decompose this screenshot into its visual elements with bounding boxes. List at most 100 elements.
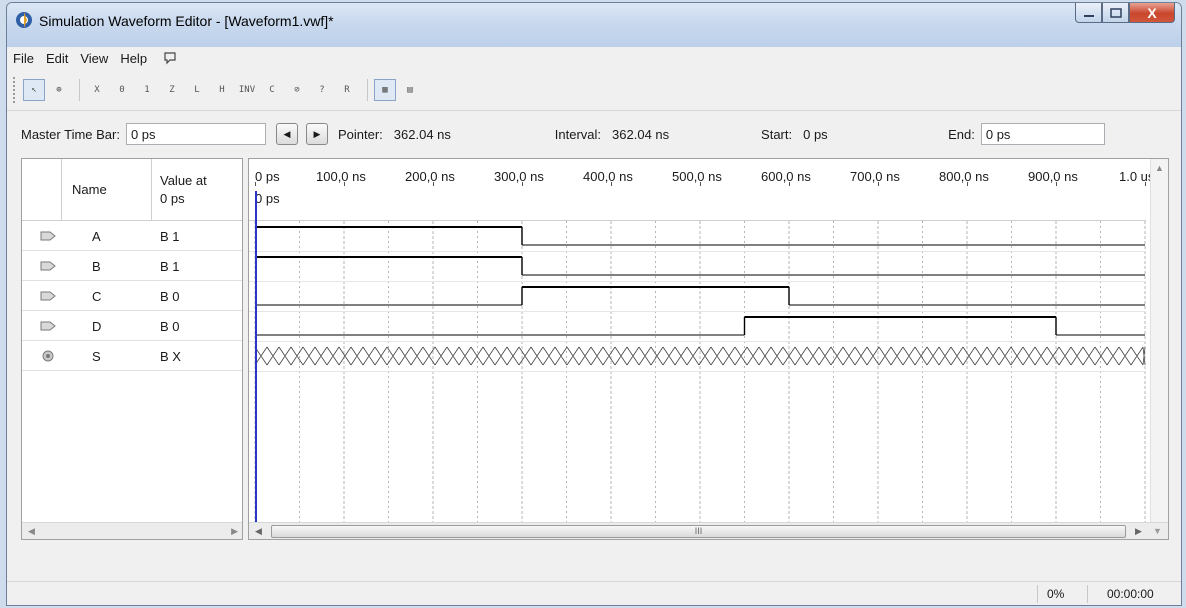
signal-row[interactable]: A B 1 [22,221,242,251]
count-value-icon: C [269,84,275,95]
signal-name: B [92,259,101,274]
thumb-grip: III [694,526,703,536]
value-column-header[interactable]: Value at 0 ps [152,159,242,221]
forcing-high-button[interactable]: 1 [136,79,158,101]
waveform-hscrollbar[interactable]: ◀ III ▶ ▼ [249,522,1168,539]
menu-view[interactable]: View [80,51,116,66]
hscroll-right-icon[interactable]: ▶ [1135,526,1142,537]
forcing-unknown-icon: X [94,84,100,95]
scroll-down-icon[interactable]: ▼ [1153,526,1162,536]
arrow-left-icon: ◀ [283,128,291,139]
close-icon: X [1147,4,1157,21]
sort-button[interactable]: ▤ [399,79,421,101]
weak-low-icon: L [194,84,200,95]
overwrite-clock-icon: ⊘ [294,84,300,95]
overwrite-clock-button[interactable]: ⊘ [286,79,308,101]
pointer-tool-button[interactable]: ↖ [23,78,45,101]
signal-value: B 0 [160,289,180,304]
random-values-icon: R [344,84,350,95]
maximize-button[interactable] [1102,3,1129,23]
start-value: 0 ps [803,127,828,142]
zoom-tool-icon: ⊕ [56,84,62,95]
signal-value: B 1 [160,259,180,274]
high-impedance-icon: Z [169,84,175,95]
arbitrary-value-icon: ? [319,84,325,95]
status-divider [1037,585,1038,603]
end-value[interactable]: 0 ps [980,123,1105,145]
signal-row[interactable]: B B 1 [22,251,242,281]
waveform-panel[interactable]: 0 ps 0 ps 100,0 ns 200,0 ns 300,0 ns 400,0 n… [248,158,1169,540]
ruler-tick-label: 200,0 ns [405,169,455,184]
snap-to-grid-icon: ▦ [382,84,388,95]
toolbar-separator [79,78,80,101]
pointer-value: 362.04 ns [393,127,451,142]
menu-file[interactable]: File [13,51,42,66]
ruler-tick-mark [522,182,523,186]
random-values-button[interactable]: R [336,79,358,101]
snap-to-grid-button[interactable]: ▦ [374,78,396,101]
signal-row[interactable]: D B 0 [22,311,242,341]
menu-edit[interactable]: Edit [46,51,76,66]
ruler-tick-label: 300,0 ns [494,169,544,184]
name-column-header[interactable]: Name [62,159,152,221]
ruler-tick-label: 100,0 ns [316,169,366,184]
weak-low-button[interactable]: L [186,79,208,101]
scroll-up-icon[interactable]: ▲ [1151,163,1168,173]
arbitrary-value-button[interactable]: ? [311,79,333,101]
toolbar-grip[interactable] [13,76,17,103]
forcing-low-button[interactable]: 0 [111,79,133,101]
window-title: Simulation Waveform Editor - [Waveform1.… [39,13,334,29]
window-controls: X [1075,3,1175,23]
feedback-icon[interactable] [163,51,177,65]
scroll-right-icon[interactable]: ▶ [231,526,238,537]
menu-help[interactable]: Help [120,51,155,66]
ruler-tick-label: 600,0 ns [761,169,811,184]
arrow-right-icon: ▶ [313,128,321,139]
waveform-vscrollbar[interactable]: ▲ [1150,159,1168,524]
signal-name: A [92,229,101,244]
next-transition-button[interactable]: ▶ [305,123,328,145]
hscroll-thumb[interactable]: III [271,525,1126,538]
count-value-button[interactable]: C [261,79,283,101]
value-header-line1: Value at [160,172,207,188]
toolbar: ↖ ⊕ X 0 1 Z L H INV C ⊘? R ▦ ▤ [7,69,1181,111]
forcing-low-icon: 0 [119,84,125,95]
pointer-tool-icon: ↖ [31,84,37,95]
zoom-tool-button[interactable]: ⊕ [48,79,70,101]
status-bar: 0% 00:00:00 [7,581,1181,605]
maximize-icon [1109,7,1122,18]
signal-list-hscrollbar[interactable]: ◀ ▶ [22,522,242,539]
elapsed-time: 00:00:00 [1107,587,1154,601]
waveform-area[interactable] [249,221,1146,524]
close-button[interactable]: X [1129,3,1175,23]
signal-value: B 1 [160,229,180,244]
ruler-tick-label: 0 ps [255,169,280,184]
forcing-unknown-button[interactable]: X [86,79,108,101]
ruler-tick-label: 400,0 ns [583,169,633,184]
signal-row[interactable]: C B 0 [22,281,242,311]
scroll-left-icon[interactable]: ◀ [28,526,35,537]
ruler-tick-mark [344,182,345,186]
previous-transition-button[interactable]: ◀ [275,123,298,145]
toolbar-separator [367,78,368,101]
value-header-line2: 0 ps [160,190,185,206]
hscroll-left-icon[interactable]: ◀ [255,526,262,537]
master-time-bar-label: Master Time Bar: [21,126,120,142]
ruler-tick-mark [611,182,612,186]
invert-button[interactable]: INV [236,79,258,101]
weak-high-button[interactable]: H [211,79,233,101]
minimize-icon [1083,14,1094,17]
forcing-high-icon: 1 [144,84,150,95]
input-pin-icon [40,261,56,271]
signal-list-panel: Name Value at 0 ps AB 1BB 1CB 0DB 0SB X … [21,158,243,540]
high-impedance-button[interactable]: Z [161,79,183,101]
master-time-bar-cursor[interactable] [255,191,257,539]
minimize-button[interactable] [1075,3,1102,23]
signal-name: D [92,319,102,334]
time-ruler[interactable]: 0 ps 0 ps 100,0 ns 200,0 ns 300,0 ns 400,0 n… [249,159,1154,221]
master-time-bar-field[interactable]: 0 ps [125,123,266,145]
signal-row[interactable]: SB X [22,341,242,371]
name-header-label: Name [72,182,107,197]
master-time-bar-marker-label: 0 ps [255,191,280,206]
input-pin-icon [40,321,56,331]
